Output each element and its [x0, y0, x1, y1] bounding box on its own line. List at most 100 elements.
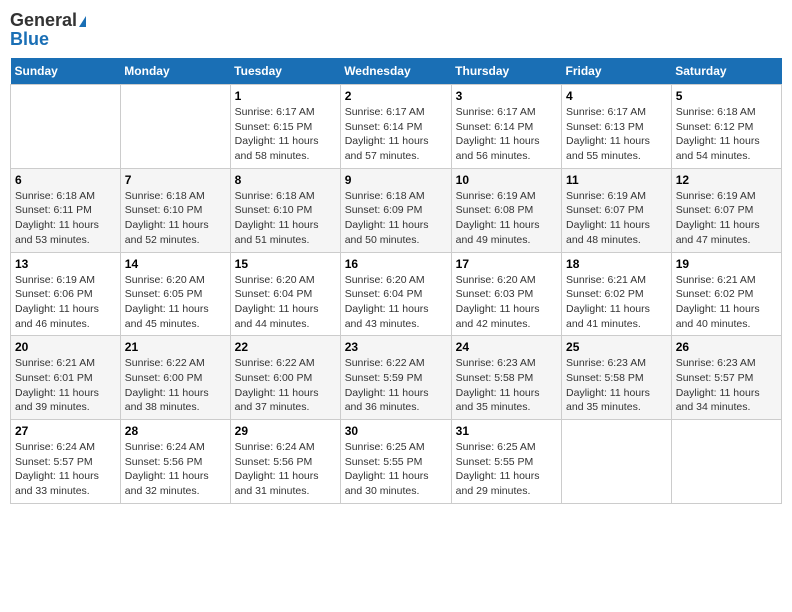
day-number: 12 [676, 173, 777, 187]
logo-general: General [10, 10, 77, 31]
calendar-cell: 7Sunrise: 6:18 AMSunset: 6:10 PMDaylight… [120, 168, 230, 252]
calendar-cell: 20 Sunrise: 6:21 AMSunset: 6:01 PMDayligh… [11, 336, 121, 420]
day-info: Sunrise: 6:24 AMSunset: 5:56 PMDaylight:… [125, 440, 226, 499]
day-info: Sunrise: 6:19 AMSunset: 6:08 PMDaylight:… [456, 189, 557, 248]
calendar-cell: 13 Sunrise: 6:19 AMSunset: 6:06 PMDayligh… [11, 252, 121, 336]
weekday-header: Monday [120, 58, 230, 85]
calendar-cell: 30 Sunrise: 6:25 AMSunset: 5:55 PMDayligh… [340, 420, 451, 504]
day-number: 26 [676, 340, 777, 354]
calendar-week-row: 20 Sunrise: 6:21 AMSunset: 6:01 PMDayligh… [11, 336, 782, 420]
day-number: 9 [345, 173, 447, 187]
day-number: 21 [125, 340, 226, 354]
day-info: Sunrise: 6:23 AMSunset: 5:57 PMDaylight:… [676, 356, 777, 415]
calendar-cell: 27 Sunrise: 6:24 AMSunset: 5:57 PMDayligh… [11, 420, 121, 504]
day-number: 16 [345, 257, 447, 271]
calendar-cell: 25Sunrise: 6:23 AMSunset: 5:58 PMDayligh… [562, 336, 672, 420]
weekday-header: Wednesday [340, 58, 451, 85]
calendar-cell: 2 Sunrise: 6:17 AMSunset: 6:14 PMDaylight… [340, 85, 451, 169]
day-number: 19 [676, 257, 777, 271]
day-info: Sunrise: 6:22 AMSunset: 5:59 PMDaylight:… [345, 356, 447, 415]
calendar-cell: 6Sunrise: 6:18 AMSunset: 6:11 PMDaylight… [11, 168, 121, 252]
day-number: 28 [125, 424, 226, 438]
day-number: 15 [235, 257, 336, 271]
calendar-cell: 28 Sunrise: 6:24 AMSunset: 5:56 PMDayligh… [120, 420, 230, 504]
calendar-cell: 18Sunrise: 6:21 AMSunset: 6:02 PMDayligh… [562, 252, 672, 336]
calendar-cell: 19 Sunrise: 6:21 AMSunset: 6:02 PMDayligh… [671, 252, 781, 336]
calendar-cell: 9Sunrise: 6:18 AMSunset: 6:09 PMDaylight… [340, 168, 451, 252]
day-number: 3 [456, 89, 557, 103]
calendar-cell: 11Sunrise: 6:19 AMSunset: 6:07 PMDayligh… [562, 168, 672, 252]
calendar-week-row: 27 Sunrise: 6:24 AMSunset: 5:57 PMDayligh… [11, 420, 782, 504]
day-info: Sunrise: 6:24 AMSunset: 5:57 PMDaylight:… [15, 440, 116, 499]
calendar-week-row: 13 Sunrise: 6:19 AMSunset: 6:06 PMDayligh… [11, 252, 782, 336]
day-info: Sunrise: 6:25 AMSunset: 5:55 PMDaylight:… [345, 440, 447, 499]
day-number: 18 [566, 257, 667, 271]
day-number: 17 [456, 257, 557, 271]
day-info: Sunrise: 6:22 AMSunset: 6:00 PMDaylight:… [125, 356, 226, 415]
calendar-cell: 21 Sunrise: 6:22 AMSunset: 6:00 PMDayligh… [120, 336, 230, 420]
day-info: Sunrise: 6:17 AMSunset: 6:15 PMDaylight:… [235, 105, 336, 164]
day-info: Sunrise: 6:19 AMSunset: 6:06 PMDaylight:… [15, 273, 116, 332]
calendar-cell: 5Sunrise: 6:18 AMSunset: 6:12 PMDaylight… [671, 85, 781, 169]
day-info: Sunrise: 6:20 AMSunset: 6:04 PMDaylight:… [345, 273, 447, 332]
calendar-cell: 4Sunrise: 6:17 AMSunset: 6:13 PMDaylight… [562, 85, 672, 169]
calendar-cell: 24Sunrise: 6:23 AMSunset: 5:58 PMDayligh… [451, 336, 561, 420]
calendar-cell: 1 Sunrise: 6:17 AMSunset: 6:15 PMDaylight… [230, 85, 340, 169]
logo-arrow-icon [79, 16, 86, 27]
calendar-cell [671, 420, 781, 504]
day-info: Sunrise: 6:19 AMSunset: 6:07 PMDaylight:… [676, 189, 777, 248]
day-number: 14 [125, 257, 226, 271]
calendar-cell: 22Sunrise: 6:22 AMSunset: 6:00 PMDayligh… [230, 336, 340, 420]
day-number: 29 [235, 424, 336, 438]
day-info: Sunrise: 6:18 AMSunset: 6:11 PMDaylight:… [15, 189, 116, 248]
page-header: General Blue [10, 10, 782, 50]
day-info: Sunrise: 6:20 AMSunset: 6:03 PMDaylight:… [456, 273, 557, 332]
day-info: Sunrise: 6:23 AMSunset: 5:58 PMDaylight:… [456, 356, 557, 415]
day-info: Sunrise: 6:20 AMSunset: 6:05 PMDaylight:… [125, 273, 226, 332]
weekday-header: Tuesday [230, 58, 340, 85]
day-info: Sunrise: 6:18 AMSunset: 6:10 PMDaylight:… [125, 189, 226, 248]
calendar-cell: 23 Sunrise: 6:22 AMSunset: 5:59 PMDayligh… [340, 336, 451, 420]
day-info: Sunrise: 6:17 AMSunset: 6:14 PMDaylight:… [456, 105, 557, 164]
day-number: 27 [15, 424, 116, 438]
day-number: 23 [345, 340, 447, 354]
logo: General Blue [10, 10, 86, 50]
day-number: 10 [456, 173, 557, 187]
weekday-header: Saturday [671, 58, 781, 85]
weekday-header: Sunday [11, 58, 121, 85]
day-number: 1 [235, 89, 336, 103]
weekday-header: Thursday [451, 58, 561, 85]
calendar-week-row: 6Sunrise: 6:18 AMSunset: 6:11 PMDaylight… [11, 168, 782, 252]
weekday-header: Friday [562, 58, 672, 85]
day-number: 2 [345, 89, 447, 103]
day-info: Sunrise: 6:18 AMSunset: 6:12 PMDaylight:… [676, 105, 777, 164]
calendar-cell: 8Sunrise: 6:18 AMSunset: 6:10 PMDaylight… [230, 168, 340, 252]
day-info: Sunrise: 6:21 AMSunset: 6:01 PMDaylight:… [15, 356, 116, 415]
calendar-cell: 26 Sunrise: 6:23 AMSunset: 5:57 PMDayligh… [671, 336, 781, 420]
calendar-cell [120, 85, 230, 169]
calendar-cell: 17 Sunrise: 6:20 AMSunset: 6:03 PMDayligh… [451, 252, 561, 336]
calendar-cell: 10 Sunrise: 6:19 AMSunset: 6:08 PMDayligh… [451, 168, 561, 252]
calendar-cell: 15 Sunrise: 6:20 AMSunset: 6:04 PMDayligh… [230, 252, 340, 336]
day-info: Sunrise: 6:19 AMSunset: 6:07 PMDaylight:… [566, 189, 667, 248]
day-number: 4 [566, 89, 667, 103]
day-info: Sunrise: 6:20 AMSunset: 6:04 PMDaylight:… [235, 273, 336, 332]
day-info: Sunrise: 6:21 AMSunset: 6:02 PMDaylight:… [676, 273, 777, 332]
day-number: 30 [345, 424, 447, 438]
day-number: 25 [566, 340, 667, 354]
calendar-cell: 29Sunrise: 6:24 AMSunset: 5:56 PMDayligh… [230, 420, 340, 504]
day-info: Sunrise: 6:25 AMSunset: 5:55 PMDaylight:… [456, 440, 557, 499]
day-info: Sunrise: 6:22 AMSunset: 6:00 PMDaylight:… [235, 356, 336, 415]
calendar-cell [562, 420, 672, 504]
calendar-cell [11, 85, 121, 169]
day-info: Sunrise: 6:17 AMSunset: 6:14 PMDaylight:… [345, 105, 447, 164]
calendar-header-row: SundayMondayTuesdayWednesdayThursdayFrid… [11, 58, 782, 85]
calendar-week-row: 1 Sunrise: 6:17 AMSunset: 6:15 PMDaylight… [11, 85, 782, 169]
calendar-cell: 14 Sunrise: 6:20 AMSunset: 6:05 PMDayligh… [120, 252, 230, 336]
calendar-cell: 12 Sunrise: 6:19 AMSunset: 6:07 PMDayligh… [671, 168, 781, 252]
calendar-table: SundayMondayTuesdayWednesdayThursdayFrid… [10, 58, 782, 504]
calendar-cell: 31Sunrise: 6:25 AMSunset: 5:55 PMDayligh… [451, 420, 561, 504]
day-number: 13 [15, 257, 116, 271]
day-number: 20 [15, 340, 116, 354]
day-info: Sunrise: 6:18 AMSunset: 6:10 PMDaylight:… [235, 189, 336, 248]
